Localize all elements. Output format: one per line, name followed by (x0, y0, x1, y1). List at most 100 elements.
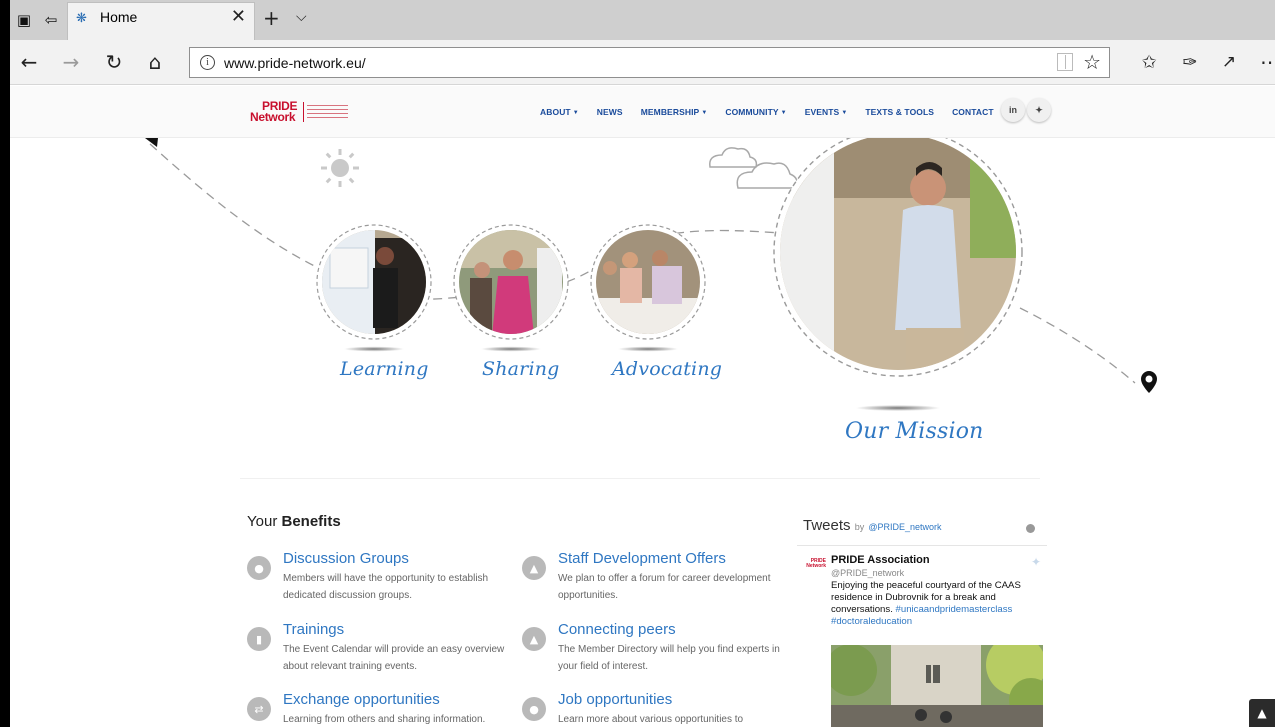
reading-view-icon[interactable] (1057, 53, 1073, 71)
nav-item-about[interactable]: ABOUT ▼ (540, 107, 579, 121)
tweets-heading: Tweets by @PRIDE_network (803, 517, 942, 534)
home-icon[interactable]: ⌂ (140, 49, 170, 75)
nav-item-label: TEXTS & TOOLS (865, 107, 935, 117)
favorite-star-icon[interactable]: ☆ (1083, 50, 1101, 74)
tab-title: Home (100, 9, 138, 25)
tweets-title: Tweets (803, 517, 851, 534)
nav-item-membership[interactable]: MEMBERSHIP ▼ (641, 107, 708, 121)
browser-nav-bar: ← → ↻ ⌂ i www.pride-network.eu/ ☆ ✩ ✑ ↗ … (10, 40, 1275, 85)
tweets-handle-link[interactable]: @PRIDE_network (868, 522, 941, 532)
nav-item-label: MEMBERSHIP (640, 107, 700, 117)
sharing-circle-photo (453, 224, 569, 352)
refresh-icon[interactable]: ↻ (99, 49, 129, 75)
benefit-title[interactable]: Staff Development Offers (558, 550, 726, 567)
exchange-icon: ⇄ (247, 697, 271, 721)
nav-item-texts-tools[interactable]: TEXTS & TOOLS (865, 107, 934, 121)
nav-item-events[interactable]: EVENTS ▼ (805, 107, 848, 121)
benefit-text: The Event Calendar will provide an easy … (283, 644, 505, 672)
chat-icon: ● (247, 556, 271, 580)
section-divider (240, 478, 1040, 479)
tweet-author-name[interactable]: PRIDE Association (831, 554, 930, 566)
benefit-title[interactable]: Connecting peers (558, 621, 676, 638)
benefit-title[interactable]: Discussion Groups (283, 550, 409, 567)
tweet-body: Enjoying the peaceful courtyard of the C… (831, 580, 1041, 628)
address-bar[interactable]: i www.pride-network.eu/ ☆ (189, 47, 1110, 78)
nav-item-label: CONTACT (952, 107, 994, 117)
linkedin-icon[interactable]: in (1001, 98, 1025, 122)
person-icon: ▲ (522, 627, 546, 651)
address-url[interactable]: www.pride-network.eu/ (224, 55, 366, 71)
more-menu-icon[interactable]: ⋯ (1255, 49, 1275, 75)
benefits-heading: Your Benefits (247, 513, 341, 530)
nav-item-label: NEWS (596, 107, 623, 117)
benefit-text: We plan to offer a forum for career deve… (558, 573, 771, 601)
benefit-text: Members will have the opportunity to est… (283, 573, 489, 601)
linkedin-glyph: in (1009, 105, 1017, 115)
twitter-bird-icon[interactable]: ✦ (1031, 555, 1041, 569)
trophy-icon: ▲ (522, 556, 546, 580)
dropdown-caret-icon: ▼ (841, 110, 848, 116)
back-arrow-icon[interactable]: ← (14, 49, 44, 75)
benefits-heading-prefix: Your (247, 513, 278, 530)
tab-actions-icon[interactable]: ▣ (12, 9, 36, 31)
window-edge (0, 0, 10, 727)
site-info-icon[interactable]: i (200, 55, 215, 70)
benefit-title[interactable]: Job opportunities (558, 691, 672, 708)
browser-tab-bar: ▣ ⇦ ❋ Home ✕ + ⌵ (0, 0, 1275, 727)
tweet-photo[interactable] (831, 645, 1043, 727)
logo-line2: Network (250, 110, 296, 124)
site-header: PRIDE Network ABOUT ▼ NEWS MEMBERSHIP ▼ COMMU… (10, 86, 1275, 138)
nav-item-community[interactable]: COMMUNITY ▼ (725, 107, 786, 121)
dashed-path-right (1019, 307, 1136, 384)
twitter-widget: Tweets by @PRIDE_network PRIDE Network P… (797, 517, 1047, 727)
nav-item-label: ABOUT (540, 107, 571, 117)
share-icon[interactable]: ↗ (1214, 49, 1244, 75)
benefit-text: The Member Directory will help you find … (558, 644, 780, 672)
dropdown-caret-icon: ▼ (572, 110, 579, 116)
tab-list-chevron-icon[interactable]: ⌵ (296, 9, 307, 25)
benefits-heading-bold: Benefits (281, 513, 341, 530)
nav-item-news[interactable]: NEWS (597, 107, 623, 121)
tab-close-icon[interactable]: ✕ (231, 6, 246, 27)
tweet-screen-name[interactable]: @PRIDE_network (831, 568, 904, 578)
tweets-by: by (854, 522, 865, 532)
set-aside-tabs-icon[interactable]: ⇦ (39, 9, 63, 31)
widget-info-icon[interactable] (1026, 524, 1035, 533)
main-navigation: ABOUT ▼ NEWS MEMBERSHIP ▼ COMMUNITY ▼ EVENTS ▼ TE… (540, 107, 1012, 121)
group-icon: ● (522, 697, 546, 721)
logo-tagline (303, 102, 351, 122)
our-mission-circle-photo (773, 138, 1023, 411)
benefit-text: Learn more about various opportunities t… (558, 714, 744, 725)
browser-tab-home[interactable]: ❋ Home ✕ (67, 2, 255, 40)
sun-icon (321, 149, 359, 187)
sharing-label[interactable]: Sharing (482, 358, 560, 380)
site-favicon-icon: ❋ (76, 11, 87, 26)
document-icon: ▮ (247, 627, 271, 651)
benefit-title[interactable]: Trainings (283, 621, 344, 638)
tweets-divider (797, 545, 1047, 546)
benefit-text: Learning from others and sharing informa… (283, 714, 486, 725)
screen: ▣ ⇦ ❋ Home ✕ + ⌵ ← → ↻ ⌂ i www.pride-net… (0, 0, 1275, 727)
our-mission-label[interactable]: Our Mission (845, 419, 984, 444)
favorites-hub-icon[interactable]: ✩ (1134, 49, 1164, 75)
dropdown-caret-icon: ▼ (780, 110, 787, 116)
tweet-avatar[interactable]: PRIDE Network (804, 559, 826, 575)
nav-item-label: EVENTS (804, 107, 840, 117)
advocating-label[interactable]: Advocating (612, 358, 722, 380)
benefit-title[interactable]: Exchange opportunities (283, 691, 440, 708)
avatar-line2: Network (806, 563, 826, 569)
web-note-pen-icon[interactable]: ✑ (1175, 49, 1205, 75)
dropdown-caret-icon: ▼ (701, 110, 708, 116)
pride-network-logo[interactable]: PRIDE Network (250, 99, 360, 125)
twitter-icon[interactable]: ✦ (1027, 98, 1051, 122)
learning-label[interactable]: Learning (340, 358, 429, 380)
new-tab-icon[interactable]: + (263, 6, 280, 30)
learning-circle-photo (316, 224, 432, 352)
scroll-to-top-button[interactable]: ▲ (1249, 699, 1275, 727)
forward-arrow-icon[interactable]: → (56, 49, 86, 75)
nav-item-label: COMMUNITY (725, 107, 779, 117)
location-pin-icon (1141, 371, 1157, 393)
cloud-icon (709, 147, 798, 189)
advocating-circle-photo (590, 224, 706, 352)
nav-item-contact[interactable]: CONTACT (952, 107, 994, 121)
